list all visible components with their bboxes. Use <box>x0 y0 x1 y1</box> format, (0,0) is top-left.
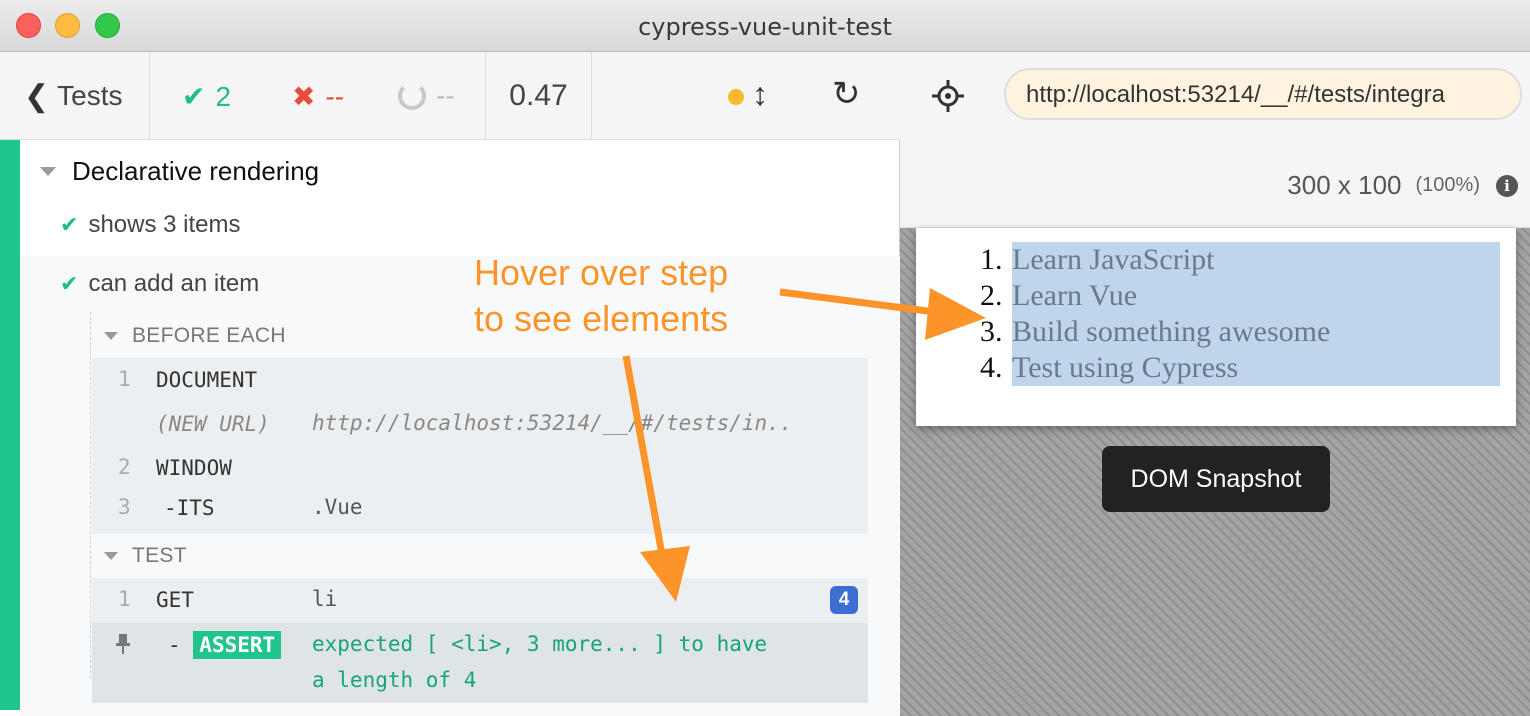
passed-stat: ✔ 2 <box>182 80 231 113</box>
list-text: Learn Vue <box>1012 279 1138 312</box>
aut-header: http://localhost:53214/__/#/tests/integr… <box>900 52 1530 228</box>
command-number: 3 <box>118 495 131 519</box>
test-title: shows 3 items <box>88 211 241 238</box>
list-item: 2. Learn Vue <box>980 278 1330 314</box>
rerun-icon[interactable]: ↻ <box>832 74 861 114</box>
command-name: - ASSERT <box>168 631 282 659</box>
pending-count: -- <box>436 80 455 111</box>
test-commands: BEFORE EACH 1 DOCUMENT (NEW URL) http://… <box>20 312 900 716</box>
back-to-tests-button[interactable]: ❮ Tests <box>0 52 150 140</box>
command-row[interactable]: 3 -ITS .Vue <box>92 486 868 530</box>
dom-snapshot-label: DOM Snapshot <box>1102 446 1330 512</box>
command-row-continued: a length of 4 <box>92 659 868 703</box>
list-item: 4. Test using Cypress <box>980 350 1330 386</box>
suite-status-bar <box>0 140 20 710</box>
command-name: (NEW URL) <box>156 412 270 436</box>
viewport-info: 300 x 100 (100%) i <box>1287 170 1518 201</box>
hook-label: BEFORE EACH <box>132 324 286 347</box>
test-title: can add an item <box>88 270 260 297</box>
window-titlebar: cypress-vue-unit-test <box>0 0 1530 52</box>
failed-stat: ✖ -- <box>292 80 344 113</box>
suite-header[interactable]: Declarative rendering <box>40 156 319 187</box>
pending-stat: -- <box>398 80 455 112</box>
back-label: Tests <box>57 80 123 111</box>
suite-title: Declarative rendering <box>72 156 320 186</box>
caret-down-icon <box>104 332 118 340</box>
list-item: 3. Build something awesome <box>980 314 1330 350</box>
command-number: 2 <box>118 455 131 479</box>
assert-tag: ASSERT <box>193 631 282 659</box>
todo-list: 1. Learn JavaScript 2. Learn Vue 3. Buil… <box>980 242 1330 386</box>
annotation-line: Hover over step <box>474 252 729 293</box>
viewport-scale: (100%) <box>1415 174 1480 196</box>
command-message: .Vue <box>312 495 363 519</box>
check-icon: ✔ <box>60 271 79 296</box>
hook-divider <box>90 312 91 678</box>
aut-background: 1. Learn JavaScript 2. Learn Vue 3. Buil… <box>900 228 1530 716</box>
passed-count: 2 <box>215 80 232 112</box>
hook-test[interactable]: TEST <box>104 544 187 568</box>
list-text: Build something awesome <box>1012 315 1331 348</box>
test-command-assert[interactable]: - ASSERT expected [ <li>, 3 more... ] to… <box>92 623 868 703</box>
list-number: 2. <box>980 279 1003 312</box>
auto-scroll-indicator <box>728 89 744 105</box>
annotation-line: to see elements <box>474 298 729 339</box>
list-number: 3. <box>980 315 1003 348</box>
selector-playground-icon[interactable] <box>930 78 966 114</box>
test-stats: ✔ 2 ✖ -- -- <box>150 52 486 140</box>
command-row[interactable]: (NEW URL) http://localhost:53214/__/#/te… <box>92 402 868 446</box>
auto-scroll-toggle-icon[interactable]: ↕ <box>752 76 768 113</box>
command-name: DOCUMENT <box>156 368 258 392</box>
chevron-left-icon: ❮ <box>24 79 50 113</box>
window-title: cypress-vue-unit-test <box>638 13 892 41</box>
command-message: a length of 4 <box>312 668 477 692</box>
command-number: 1 <box>118 367 131 391</box>
before-each-commands: 1 DOCUMENT (NEW URL) http://localhost:53… <box>92 358 868 534</box>
command-number: 1 <box>118 587 131 611</box>
list-text: Test using Cypress <box>1012 351 1239 384</box>
viewport-size: 300 x 100 <box>1287 170 1402 200</box>
runnables-list: Declarative rendering ✔ shows 3 items ✔ … <box>0 140 900 716</box>
element-count-badge: 4 <box>830 586 858 614</box>
run-duration: 0.47 <box>486 52 592 140</box>
x-icon: ✖ <box>292 81 316 112</box>
pending-ring-icon <box>398 82 426 110</box>
reporter-toolbar: ❮ Tests ✔ 2 ✖ -- -- 0.47 ↕ ↻ <box>0 52 900 140</box>
command-message: http://localhost:53214/__/#/tests/in.. <box>312 411 793 435</box>
list-text: Learn JavaScript <box>1012 243 1215 276</box>
annotation-text: Hover over step to see elements <box>474 250 794 342</box>
command-message: li <box>312 587 338 611</box>
command-row[interactable]: 1 GET li 4 <box>92 578 868 622</box>
aut-iframe: 1. Learn JavaScript 2. Learn Vue 3. Buil… <box>916 228 1516 426</box>
list-item: 1. Learn JavaScript <box>980 242 1330 278</box>
command-name: GET <box>156 588 194 612</box>
check-icon: ✔ <box>60 212 79 237</box>
test-row[interactable]: ✔ shows 3 items <box>20 197 900 253</box>
hook-label: TEST <box>132 544 187 567</box>
command-row[interactable]: 1 DOCUMENT <box>92 358 868 402</box>
command-row[interactable]: 2 WINDOW <box>92 446 868 490</box>
reporter-panel: ❮ Tests ✔ 2 ✖ -- -- 0.47 ↕ ↻ Declarative… <box>0 52 900 716</box>
aut-url[interactable]: http://localhost:53214/__/#/tests/integr… <box>1004 68 1522 120</box>
app-preview-panel: http://localhost:53214/__/#/tests/integr… <box>900 52 1530 716</box>
command-message: expected [ <li>, 3 more... ] to have <box>312 632 768 656</box>
info-icon[interactable]: i <box>1496 174 1518 197</box>
list-number: 1. <box>980 243 1003 276</box>
caret-down-icon <box>40 167 56 176</box>
command-name: WINDOW <box>156 456 232 480</box>
command-name: -ITS <box>164 496 215 520</box>
test-command-get[interactable]: 1 GET li 4 <box>92 578 868 624</box>
failed-count: -- <box>325 80 345 112</box>
reporter-controls: ↕ ↻ <box>592 52 900 140</box>
check-icon: ✔ <box>182 81 206 112</box>
hook-before-each[interactable]: BEFORE EACH <box>104 324 286 348</box>
caret-down-icon <box>104 552 118 560</box>
list-number: 4. <box>980 351 1003 384</box>
